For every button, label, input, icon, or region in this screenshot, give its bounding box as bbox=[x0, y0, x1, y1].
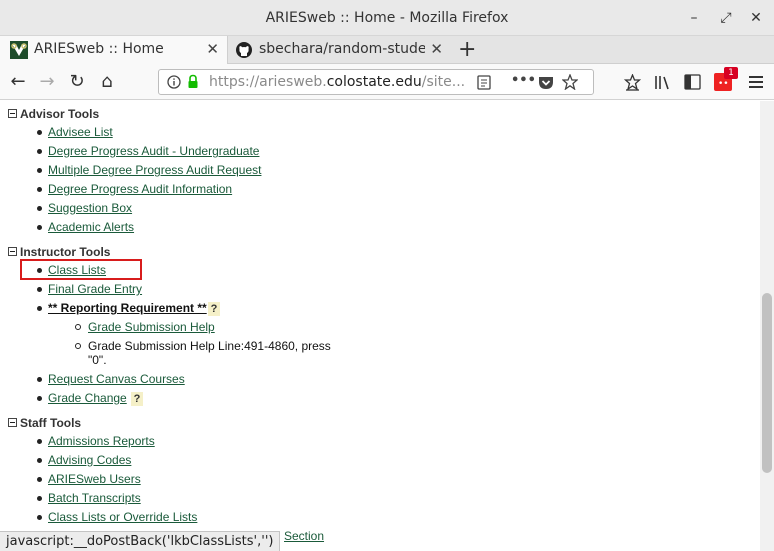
bullet bbox=[37, 477, 42, 482]
forward-icon[interactable]: → bbox=[36, 71, 58, 93]
bullet bbox=[37, 377, 42, 382]
help-question-icon[interactable]: ? bbox=[208, 302, 220, 316]
bullet bbox=[37, 268, 42, 273]
sidebar-icon[interactable] bbox=[684, 74, 701, 90]
tab-github[interactable]: sbechara/random-studen ✕ bbox=[229, 36, 451, 64]
instructor-tools-section[interactable]: Instructor Tools bbox=[8, 245, 110, 259]
link-grade-change[interactable]: Grade Change bbox=[48, 391, 127, 405]
link-request-canvas-courses[interactable]: Request Canvas Courses bbox=[48, 372, 185, 386]
bookmark-star-icon[interactable] bbox=[562, 74, 578, 90]
bullet bbox=[37, 287, 42, 292]
collapse-toggle-icon[interactable] bbox=[8, 247, 17, 256]
link-advisee-list[interactable]: Advisee List bbox=[48, 125, 113, 139]
url-prefix: https://ariesweb. bbox=[209, 74, 327, 90]
url-text[interactable]: https://ariesweb.colostate.edu/site... bbox=[209, 74, 471, 90]
back-icon[interactable]: ← bbox=[7, 71, 29, 93]
window-title: ARIESweb :: Home - Mozilla Firefox bbox=[265, 10, 509, 26]
link-ariesweb-users[interactable]: ARIESweb Users bbox=[48, 472, 141, 486]
page-actions-icon[interactable]: ••• bbox=[511, 73, 536, 88]
link-degree-progress-audit-undergraduate[interactable]: Degree Progress Audit - Undergraduate bbox=[48, 144, 259, 158]
staff-tools-section[interactable]: Staff Tools bbox=[8, 416, 81, 430]
bullet bbox=[37, 515, 42, 520]
info-icon[interactable] bbox=[167, 75, 181, 89]
url-bar[interactable]: https://ariesweb.colostate.edu/site... •… bbox=[158, 69, 594, 95]
navigation-toolbar: ← → ↻ ⌂ https://ariesweb.colostate.edu/s… bbox=[0, 64, 774, 100]
link-class-lists[interactable]: Class Lists bbox=[48, 263, 106, 277]
lock-icon[interactable] bbox=[187, 74, 199, 90]
window-titlebar: ARIESweb :: Home - Mozilla Firefox – ⤢ ✕ bbox=[0, 0, 774, 36]
tab-label: ARIESweb :: Home bbox=[34, 41, 164, 57]
section-heading: Advisor Tools bbox=[20, 107, 100, 121]
sub-bullet bbox=[75, 324, 81, 330]
bullet bbox=[37, 439, 42, 444]
help-question-icon[interactable]: ? bbox=[131, 392, 143, 406]
bullet bbox=[37, 225, 42, 230]
reload-icon[interactable]: ↻ bbox=[66, 71, 88, 93]
svg-text:••: •• bbox=[718, 79, 729, 89]
link-section-partial[interactable]: Section bbox=[284, 529, 324, 543]
advisor-tools-section[interactable]: Advisor Tools bbox=[8, 107, 99, 121]
close-tab-icon[interactable]: ✕ bbox=[430, 40, 443, 58]
close-window-icon[interactable]: ✕ bbox=[746, 8, 766, 28]
collapse-toggle-icon[interactable] bbox=[8, 418, 17, 427]
bullet bbox=[37, 458, 42, 463]
section-heading: Staff Tools bbox=[20, 416, 82, 430]
tab-strip: ARIESweb :: Home ✕ sbechara/random-stude… bbox=[0, 36, 774, 64]
section-heading: Instructor Tools bbox=[20, 245, 111, 259]
reader-view-icon[interactable] bbox=[477, 75, 491, 90]
restore-icon[interactable]: ⤢ bbox=[716, 8, 736, 28]
bullet bbox=[37, 206, 42, 211]
link-multiple-dpa-request[interactable]: Multiple Degree Progress Audit Request bbox=[48, 163, 261, 177]
collapse-toggle-icon[interactable] bbox=[8, 109, 17, 118]
bullet bbox=[37, 149, 42, 154]
link-class-lists-or-override-lists[interactable]: Class Lists or Override Lists bbox=[48, 510, 197, 524]
home-icon[interactable]: ⌂ bbox=[96, 71, 118, 93]
link-final-grade-entry[interactable]: Final Grade Entry bbox=[48, 282, 142, 296]
sub-bullet bbox=[75, 343, 81, 349]
bullet bbox=[37, 187, 42, 192]
bullet bbox=[37, 306, 42, 311]
link-reporting-requirement[interactable]: ** Reporting Requirement ** bbox=[48, 301, 207, 315]
close-tab-icon[interactable]: ✕ bbox=[206, 40, 219, 58]
page-content: Advisor Tools Advisee List Degree Progre… bbox=[0, 101, 760, 551]
status-bar-link-preview: javascript:__doPostBack('lkbClassLists',… bbox=[0, 531, 281, 551]
help-line-text-cont: "0". bbox=[88, 353, 107, 367]
scrollbar-thumb[interactable] bbox=[762, 293, 772, 473]
new-tab-icon[interactable]: + bbox=[458, 37, 476, 62]
bullet bbox=[37, 168, 42, 173]
pocket-icon[interactable] bbox=[538, 75, 554, 90]
library-icon[interactable] bbox=[654, 74, 672, 91]
bullet bbox=[37, 130, 42, 135]
bullet bbox=[37, 496, 42, 501]
downloads-star-icon[interactable] bbox=[624, 74, 641, 91]
notification-badge: 1 bbox=[724, 67, 738, 79]
link-academic-alerts[interactable]: Academic Alerts bbox=[48, 220, 134, 234]
tab-label: sbechara/random-studen bbox=[259, 41, 425, 57]
link-advising-codes[interactable]: Advising Codes bbox=[48, 453, 131, 467]
menu-icon[interactable] bbox=[748, 75, 764, 89]
bullet bbox=[37, 396, 42, 401]
github-icon bbox=[236, 42, 252, 58]
ram-logo-icon bbox=[10, 41, 28, 59]
url-domain: colostate.edu bbox=[326, 74, 422, 90]
help-line-text: Grade Submission Help Line:491-4860, pre… bbox=[88, 339, 331, 353]
vertical-scrollbar[interactable] bbox=[760, 101, 774, 551]
link-admissions-reports[interactable]: Admissions Reports bbox=[48, 434, 155, 448]
link-grade-submission-help[interactable]: Grade Submission Help bbox=[88, 320, 215, 334]
link-dpa-information[interactable]: Degree Progress Audit Information bbox=[48, 182, 232, 196]
url-suffix: /site... bbox=[421, 74, 466, 90]
link-suggestion-box[interactable]: Suggestion Box bbox=[48, 201, 132, 215]
minimize-icon[interactable]: – bbox=[684, 8, 704, 28]
link-batch-transcripts[interactable]: Batch Transcripts bbox=[48, 491, 141, 505]
tab-ariesweb-home[interactable]: ARIESweb :: Home ✕ bbox=[0, 36, 228, 64]
